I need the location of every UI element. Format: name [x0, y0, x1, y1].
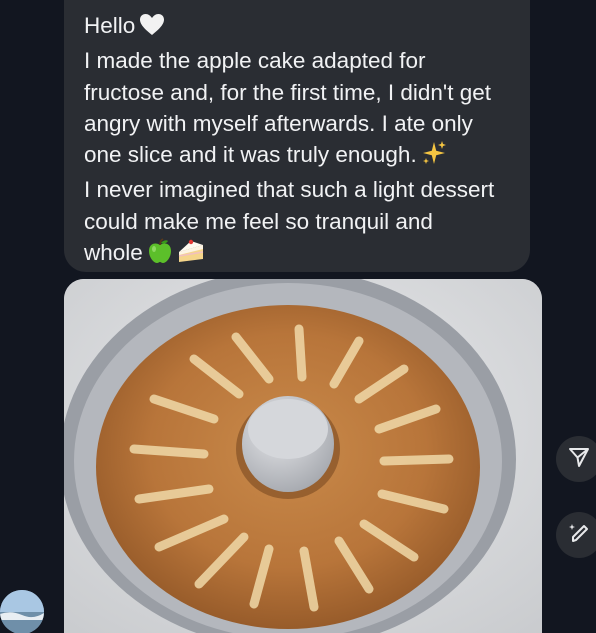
message-line: whole: [84, 237, 512, 272]
message-bubble[interactable]: Hello I made the apple cake adapted for …: [64, 0, 530, 272]
chat-screen: Hello I made the apple cake adapted for …: [0, 0, 596, 633]
green-apple-icon: [147, 238, 173, 272]
message-line: one slice and it was truly enough.: [84, 139, 512, 174]
share-button[interactable]: [556, 436, 596, 482]
message-line: I never imagined that such a light desse…: [84, 177, 495, 203]
edit-ai-icon: [568, 522, 590, 549]
message-line: angry with myself afterwards. I ate only: [84, 110, 473, 136]
cake-slice-icon: [177, 238, 205, 272]
message-line: fructose and, for the first time, I didn…: [84, 79, 491, 105]
white-heart-icon: [139, 13, 165, 45]
edit-ai-button[interactable]: [556, 512, 596, 558]
apple-cake-photo[interactable]: [64, 279, 542, 633]
avatar[interactable]: [0, 590, 44, 633]
share-icon: [568, 446, 590, 473]
sparkles-icon: [421, 140, 447, 174]
message-line: Hello: [84, 10, 512, 45]
message-line: could make me feel so tranquil and: [84, 208, 433, 234]
message-line: I made the apple cake adapted for: [84, 48, 426, 74]
